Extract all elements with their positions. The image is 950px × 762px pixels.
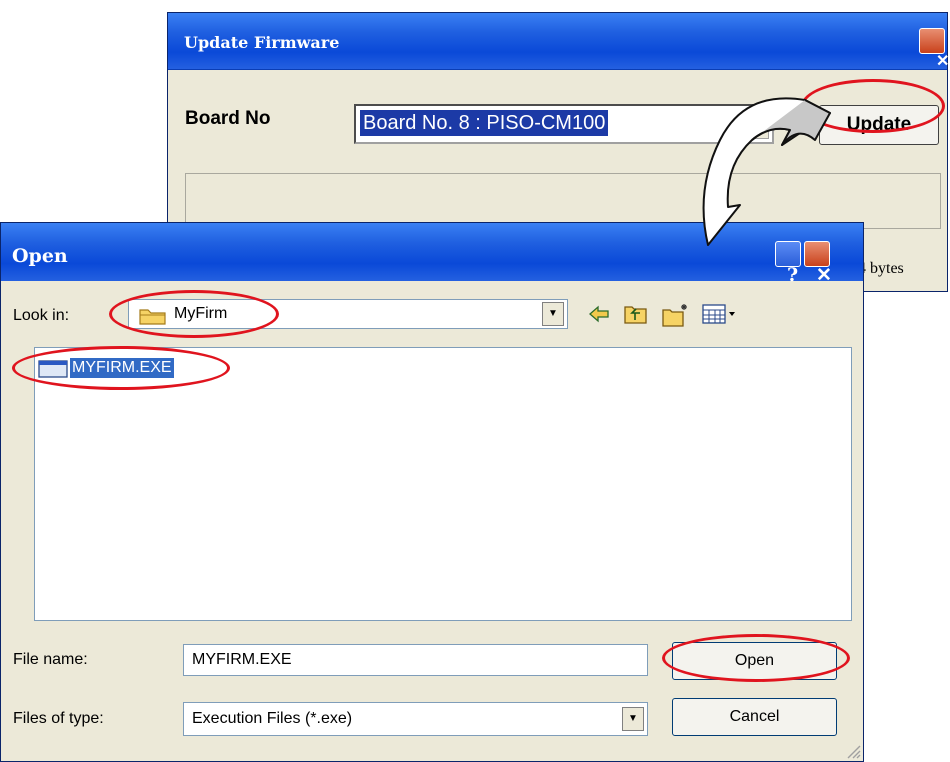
up-folder-icon[interactable] — [623, 302, 649, 326]
new-folder-icon[interactable] — [661, 302, 691, 328]
resize-grip-icon[interactable] — [845, 743, 861, 759]
file-name-label: File name: — [13, 651, 88, 668]
look-in-value: MyFirm — [174, 305, 228, 322]
board-no-label: Board No — [185, 108, 271, 129]
look-in-dropdown-button[interactable]: ▼ — [542, 302, 564, 326]
cancel-button[interactable]: Cancel — [672, 698, 837, 736]
files-of-type-dropdown-button[interactable]: ▼ — [622, 707, 644, 731]
curved-arrow-icon — [702, 97, 831, 246]
file-name-input[interactable]: MYFIRM.EXE — [183, 644, 648, 676]
open-button[interactable]: Open — [672, 642, 837, 680]
update-firmware-title-bar[interactable]: Update Firmware ✕ — [168, 13, 949, 70]
help-icon: ? — [787, 264, 799, 286]
close-icon: ✕ — [936, 51, 950, 70]
view-menu-icon[interactable] — [701, 302, 741, 326]
look-in-select[interactable]: MyFirm ▼ — [128, 299, 568, 329]
files-of-type-select[interactable]: Execution Files (*.exe) ▼ — [183, 702, 648, 736]
chevron-down-icon: ▼ — [628, 713, 638, 724]
chevron-down-icon: ▼ — [548, 308, 558, 319]
back-arrow-icon[interactable] — [587, 302, 611, 326]
open-dialog-title: Open — [12, 245, 68, 267]
update-firmware-close-button[interactable]: ✕ — [919, 28, 949, 70]
look-in-label: Look in: — [13, 307, 70, 324]
open-dialog: Open ? ✕ Look in: MyFirm ▼ MYFIRM.EXE Fi… — [0, 222, 864, 762]
board-no-value: Board No. 8 : PISO-CM100 — [360, 110, 609, 136]
files-of-type-value: Execution Files (*.exe) — [192, 710, 353, 727]
close-icon: ✕ — [816, 264, 832, 286]
files-of-type-label: Files of type: — [13, 710, 104, 727]
file-list[interactable]: MYFIRM.EXE — [34, 347, 852, 621]
file-name-text: MYFIRM.EXE — [70, 358, 174, 378]
executable-file-icon — [38, 360, 68, 378]
status-bytes-text: 4 bytes — [858, 260, 904, 277]
update-firmware-title: Update Firmware — [184, 33, 340, 52]
folder-icon — [139, 309, 166, 325]
